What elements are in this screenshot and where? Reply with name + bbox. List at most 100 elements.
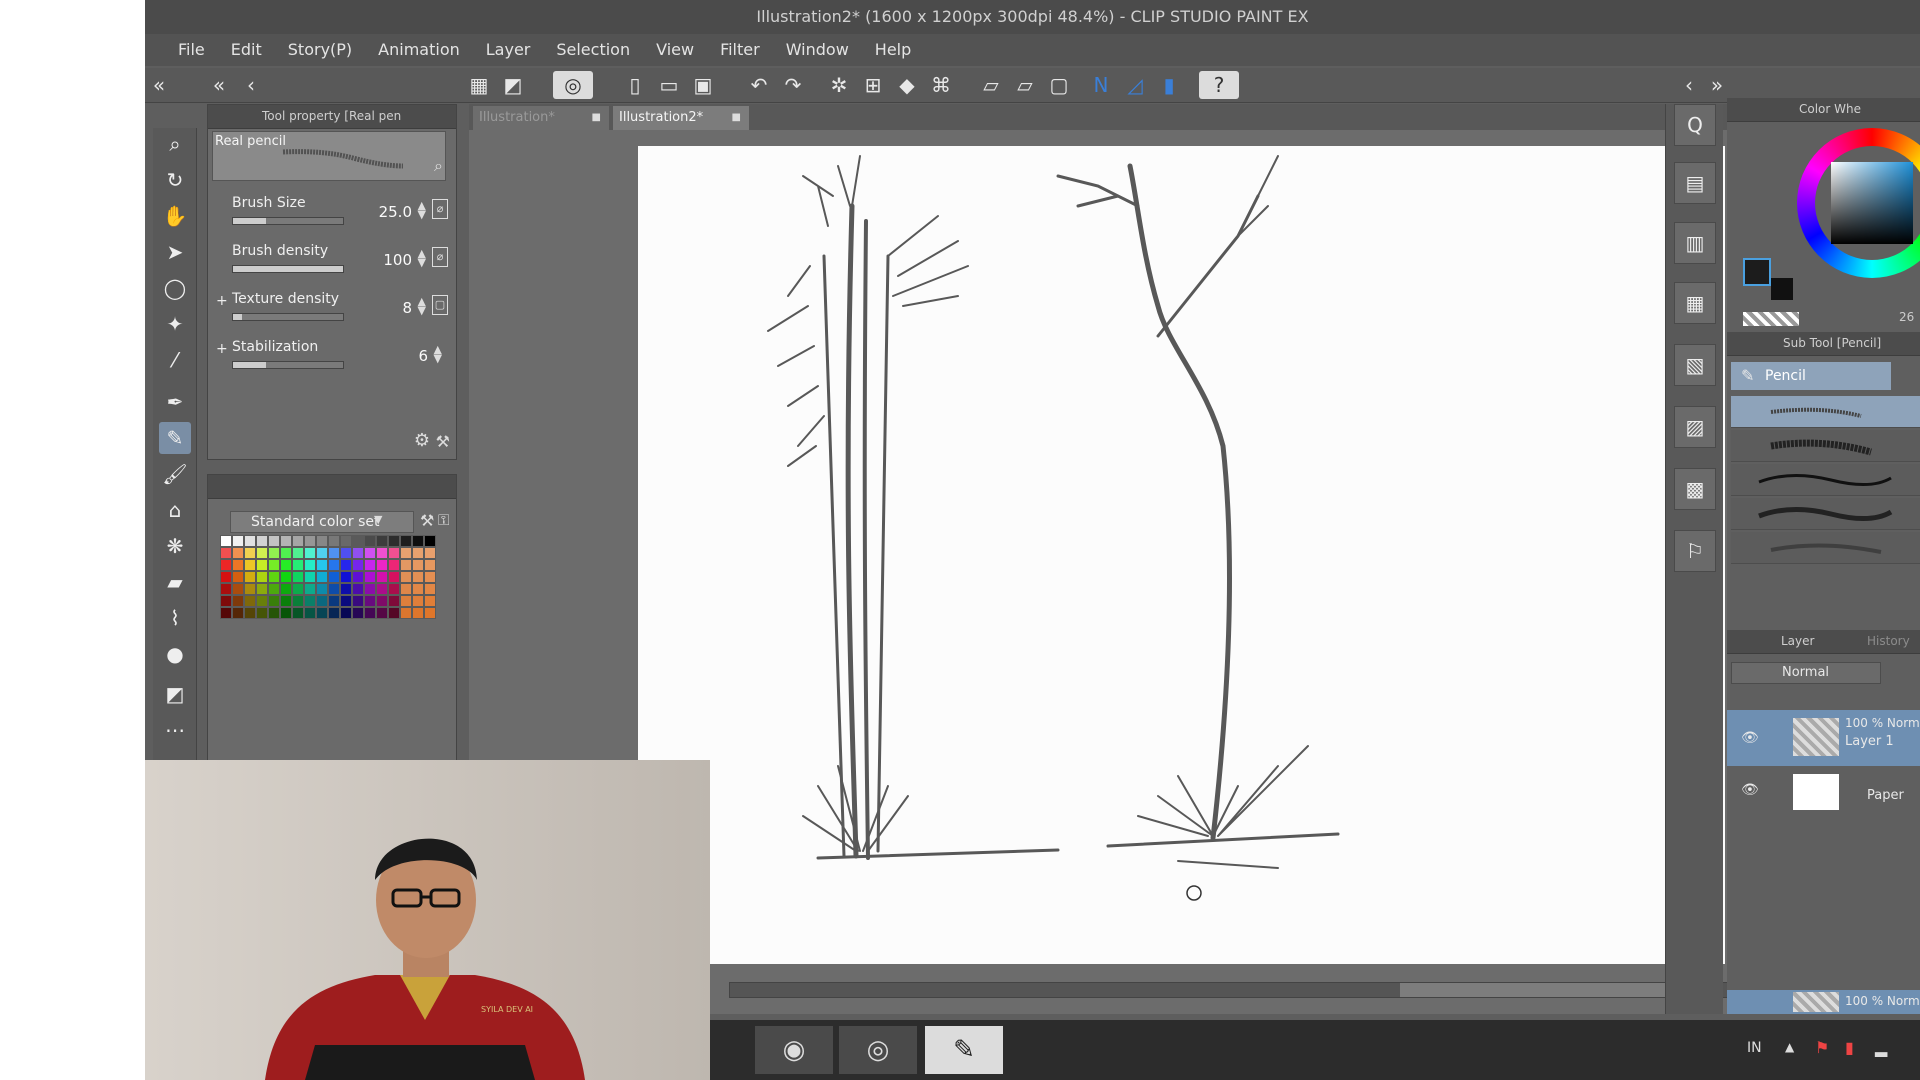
color-swatch[interactable] (412, 547, 424, 559)
transparent-color-swatch[interactable] (1743, 312, 1799, 326)
help-icon[interactable]: ? (1199, 71, 1239, 99)
color-swatch[interactable] (256, 547, 268, 559)
sub-tool-group-pencil[interactable]: Pencil (1731, 362, 1891, 390)
color-swatch[interactable] (388, 571, 400, 583)
stabilization-spinner[interactable]: ▲ ▼ (434, 344, 442, 364)
color-swatch[interactable] (292, 607, 304, 619)
color-swatch[interactable] (292, 583, 304, 595)
color-swatch[interactable] (256, 559, 268, 571)
color-swatch[interactable] (388, 607, 400, 619)
color-swatch[interactable] (376, 607, 388, 619)
brush-size-spinner[interactable]: ▲ ▼ (418, 200, 426, 220)
ruler-2-icon[interactable]: ▱ (1011, 71, 1039, 99)
texture-density-slider[interactable] (232, 313, 344, 321)
texture-density-value[interactable]: 8 (402, 299, 412, 317)
wrench-icon[interactable]: ⚒ (436, 432, 450, 451)
color-swatch[interactable] (292, 535, 304, 547)
color-swatch[interactable] (388, 535, 400, 547)
color-swatch[interactable] (376, 559, 388, 571)
color-swatch[interactable] (244, 535, 256, 547)
gradient-tool-icon[interactable]: ◩ (159, 678, 191, 710)
brush-density-spinner[interactable]: ▲ ▼ (418, 248, 426, 268)
color-swatch[interactable] (244, 559, 256, 571)
material-2-icon[interactable]: ▥ (1674, 222, 1716, 264)
color-swatch[interactable] (340, 535, 352, 547)
color-swatch[interactable] (256, 595, 268, 607)
color-swatch[interactable] (304, 607, 316, 619)
move-layer-tool-icon[interactable]: ✋ (159, 200, 191, 232)
transform-icon[interactable]: ⌘ (927, 71, 955, 99)
obs-icon[interactable]: ◉ (755, 1026, 833, 1074)
color-swatch[interactable] (304, 535, 316, 547)
material-3-icon[interactable]: ▦ (1674, 282, 1716, 324)
color-swatch[interactable] (400, 583, 412, 595)
expand-icon[interactable]: + (216, 341, 228, 357)
lasso-tool-icon[interactable]: ◯ (159, 272, 191, 304)
sub-tool-item[interactable] (1731, 532, 1920, 564)
color-swatch[interactable] (340, 595, 352, 607)
clip-studio-icon[interactable]: ◎ (553, 71, 593, 99)
color-swatch[interactable] (412, 535, 424, 547)
airbrush-tool-icon[interactable]: ⌂ (159, 494, 191, 526)
color-swatch[interactable] (280, 583, 292, 595)
lock-icon[interactable]: ⚿ (438, 511, 449, 529)
color-wheel[interactable] (1797, 128, 1920, 278)
color-swatch[interactable] (412, 559, 424, 571)
color-swatch[interactable] (268, 571, 280, 583)
color-swatch[interactable] (268, 595, 280, 607)
redo-icon[interactable]: ↷ (779, 71, 807, 99)
color-swatch[interactable] (388, 559, 400, 571)
blend-mode-select[interactable]: Normal (1731, 662, 1881, 684)
material-7-icon[interactable]: ⚐ (1674, 530, 1716, 572)
ruler-3-icon[interactable]: ▢ (1045, 71, 1073, 99)
color-swatch[interactable] (280, 547, 292, 559)
tab-illustration2[interactable]: Illustration2* ■ (613, 106, 749, 130)
color-swatch[interactable] (304, 595, 316, 607)
color-swatch[interactable] (268, 559, 280, 571)
color-swatch[interactable] (328, 595, 340, 607)
color-swatch[interactable] (328, 583, 340, 595)
close-icon[interactable]: ■ (732, 106, 741, 130)
menu-story[interactable]: Story(P) (275, 34, 365, 66)
collapse-right-icon[interactable]: » (1703, 71, 1731, 99)
color-swatch[interactable] (292, 559, 304, 571)
eye-icon[interactable]: 👁 (1741, 730, 1759, 746)
color-swatch[interactable] (268, 583, 280, 595)
layer-row-bottom[interactable]: 100 % Norm (1727, 990, 1920, 1014)
decoration-tool-icon[interactable]: ❋ (159, 530, 191, 562)
color-swatch[interactable] (352, 547, 364, 559)
undo-icon[interactable]: ↶ (745, 71, 773, 99)
color-swatch[interactable] (352, 571, 364, 583)
color-swatch[interactable] (316, 571, 328, 583)
material-5-icon[interactable]: ▨ (1674, 406, 1716, 448)
color-swatch[interactable] (340, 583, 352, 595)
battery-icon[interactable]: ▮ (1845, 1038, 1854, 1057)
open-file-icon[interactable]: ▭ (655, 71, 683, 99)
color-swatch[interactable] (220, 535, 232, 547)
color-swatch[interactable] (364, 547, 376, 559)
color-swatch[interactable] (352, 559, 364, 571)
color-set-settings-icon[interactable]: ⚒ (420, 511, 434, 530)
expand-icon[interactable]: + (216, 293, 228, 309)
color-swatch[interactable] (220, 595, 232, 607)
color-swatch[interactable] (232, 559, 244, 571)
flag-icon[interactable]: ⚑ (1815, 1038, 1829, 1057)
color-swatch[interactable] (424, 607, 436, 619)
menu-window[interactable]: Window (773, 34, 862, 66)
color-swatch[interactable] (220, 559, 232, 571)
color-swatch[interactable] (268, 547, 280, 559)
color-swatch[interactable] (232, 571, 244, 583)
menu-file[interactable]: File (165, 34, 218, 66)
close-icon[interactable]: ■ (592, 106, 601, 130)
color-swatch[interactable] (220, 583, 232, 595)
color-swatch[interactable] (376, 583, 388, 595)
color-swatch[interactable] (412, 583, 424, 595)
brush-size-slider[interactable] (232, 217, 344, 225)
color-swatch[interactable] (244, 607, 256, 619)
horizontal-scroll-thumb[interactable] (1400, 983, 1685, 997)
color-swatch[interactable] (316, 559, 328, 571)
color-swatch[interactable] (328, 559, 340, 571)
menu-edit[interactable]: Edit (218, 34, 275, 66)
color-swatch[interactable] (364, 535, 376, 547)
color-swatch[interactable] (340, 547, 352, 559)
